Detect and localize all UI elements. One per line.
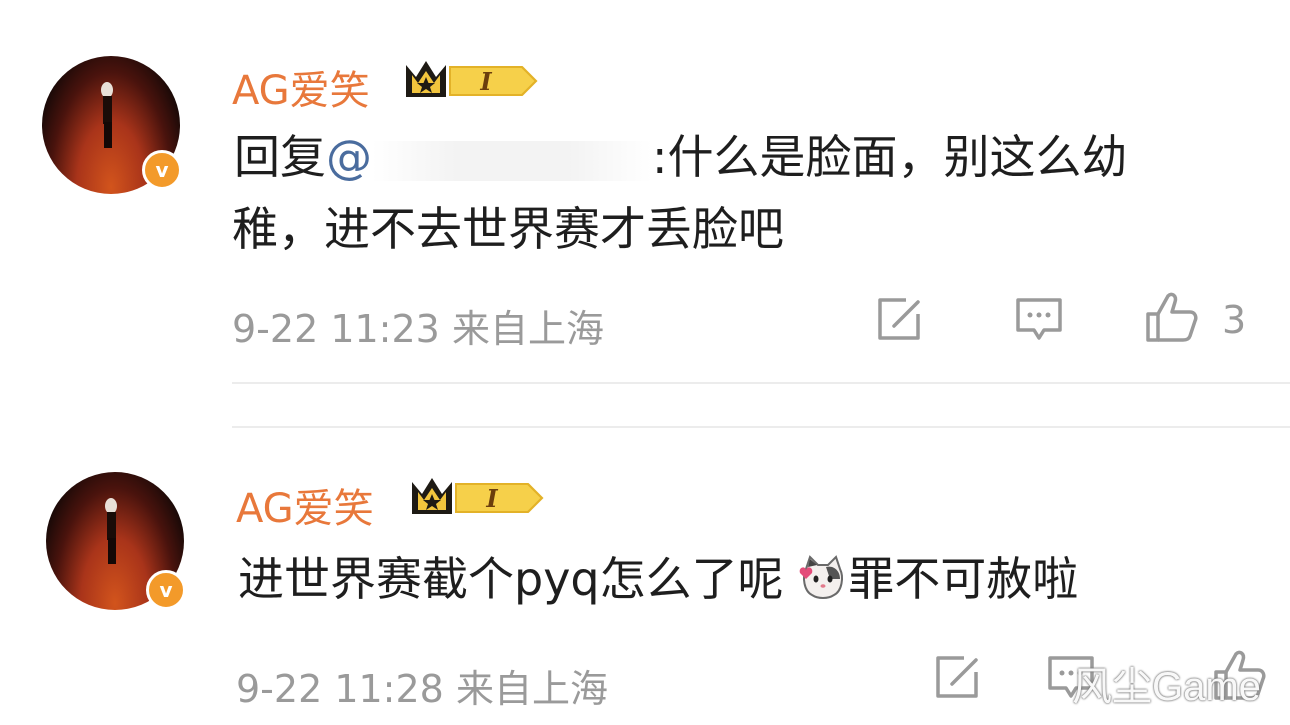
comment-text-line1: 回复@ :什么是脸面，别这么幼 (234, 124, 1128, 190)
svg-text:I: I (479, 67, 492, 96)
comment-text-line2: 稚，进不去世界赛才丢脸吧 (232, 202, 784, 256)
share-icon[interactable] (934, 654, 984, 704)
weibo-comments-page: v AG爱笑 I 回复@ :什么是脸面，别这么幼 稚，进不去世界赛才丢脸吧 9-2… (0, 0, 1290, 725)
divider (232, 426, 1290, 428)
verified-icon: v (146, 570, 186, 610)
crown-icon[interactable]: I (402, 55, 542, 103)
verified-icon: v (142, 150, 182, 190)
timestamp: 9-22 11:23 (232, 307, 440, 351)
crown-icon[interactable]: I (408, 472, 548, 520)
divider (232, 382, 1290, 384)
timestamp: 9-22 11:28 (236, 667, 444, 711)
watermark: 风尘Game (1072, 665, 1261, 709)
like-icon[interactable] (1144, 290, 1200, 348)
comment-item: v AG爱笑 I 回复@ :什么是脸面，别这么幼 稚，进不去世界赛才丢脸吧 9-2… (0, 0, 1290, 390)
location: 来自上海 (455, 667, 608, 711)
comment-text-part2: 罪不可赦啦 (848, 552, 1079, 606)
username[interactable]: AG爱笑 (232, 58, 370, 116)
comment-text: :什么是脸面，别这么幼 (652, 130, 1128, 184)
mention-link[interactable]: @ (326, 130, 372, 184)
share-icon[interactable] (876, 296, 926, 346)
username[interactable]: AG爱笑 (236, 476, 374, 534)
comment-text: 进世界赛截个pyq怎么了呢 罪不可赦啦 (238, 546, 1078, 612)
redacted-username (372, 140, 652, 181)
comment-icon[interactable] (1014, 296, 1064, 348)
comment-meta: 9-22 11:28 来自上海 (236, 658, 608, 713)
comment-meta: 9-22 11:23 来自上海 (232, 298, 604, 353)
like-count: 3 (1222, 298, 1247, 342)
location: 来自上海 (451, 307, 604, 351)
cat-emoji-icon (798, 552, 848, 599)
svg-text:I: I (485, 484, 498, 513)
comment-text-part1: 进世界赛截个pyq怎么了呢 (238, 552, 799, 606)
reply-prefix: 回复 (234, 130, 326, 184)
